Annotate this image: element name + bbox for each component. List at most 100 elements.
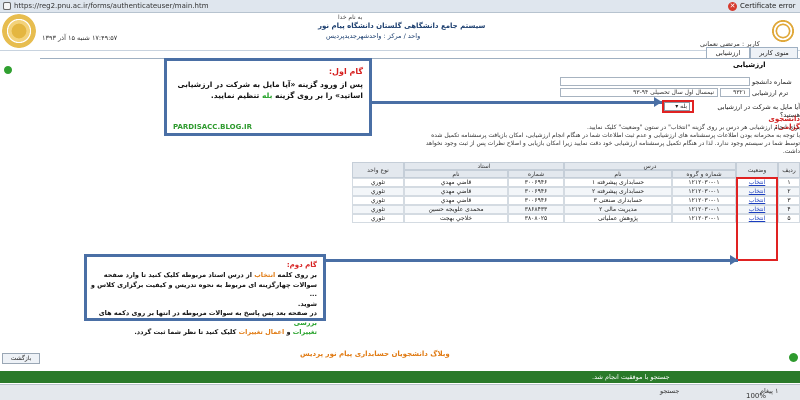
tab-user-menu[interactable]: منوی کاربر xyxy=(750,47,798,58)
step2-arrow-head xyxy=(730,255,738,265)
lock-icon xyxy=(3,2,11,10)
table-row: ۳ انتخاب ۱۲۱۲۰۳۰-۰۱ حسابداری صنعتی ۳ ۳۰۰… xyxy=(352,196,800,205)
teacher-name: قاضي مهدي xyxy=(404,178,508,187)
notice-line: داشت. xyxy=(782,148,800,155)
step2-box: گام دوم: بر روی کلمه انتخاب از درس استاد… xyxy=(84,254,326,336)
course-name: حسابداری صنعتی ۳ xyxy=(564,196,672,205)
header-system-name: سیستم جامع دانشگاهی گلستان دانشگاه پیام … xyxy=(318,22,486,30)
step2-line2: سوالات چهارگزینه ای مربوط به نحوه تدریس … xyxy=(90,280,317,299)
teacher-name: محمدی علویجه حسين xyxy=(404,205,508,214)
unit-type: تئوري xyxy=(352,214,404,223)
unit-type: تئوري xyxy=(352,205,404,214)
status-ok-icon xyxy=(789,353,798,362)
student-no-label: شماره دانشجو xyxy=(752,78,792,86)
course-code: ۱۲۱۲۰۳۰-۰۱ xyxy=(672,178,736,187)
step2-line5-c: کلیک کنید تا نظر شما ثبت گردد. xyxy=(134,328,237,336)
status-message: جستجو با موفقیت انجام شد. xyxy=(592,373,670,381)
step1-text-b: گزینه xyxy=(275,91,295,100)
col-course-name: نام xyxy=(564,170,672,178)
col-teacher-no: شماره xyxy=(508,170,564,178)
tab-evaluation-label: ارزشیابی xyxy=(715,49,741,57)
table-row: ۱ انتخاب ۱۲۱۲۰۳۰-۰۱ حسابداری پیشرفته ۱ ۳… xyxy=(352,178,800,187)
section-title: ارزشیابی xyxy=(733,61,766,69)
col-course: درس xyxy=(564,162,736,170)
row-number: ۵ xyxy=(778,214,800,223)
university-logo-icon xyxy=(2,14,36,48)
status-column-highlight xyxy=(736,177,778,261)
notice-line: برای انجام ارزشیابی هر درس بر روی گزینه … xyxy=(587,124,800,131)
col-code: شماره و گروه xyxy=(672,170,736,178)
notice-text: برای انجام ارزشیابی هر درس بر روی گزینه … xyxy=(380,124,800,156)
back-button[interactable]: بازگشت xyxy=(2,353,40,364)
col-teacher: استاد xyxy=(404,162,564,170)
step1-text-yes: بله xyxy=(261,91,273,100)
step1-text-c: تنظیم نمایید. xyxy=(210,91,260,100)
credit-text: وبلاگ دانشجویان حسابداری پیام نور پردیس xyxy=(300,350,450,358)
course-code: ۱۲۱۲۰۳۰-۰۱ xyxy=(672,214,736,223)
course-code: ۱۲۱۲۰۳۰-۰۱ xyxy=(672,187,736,196)
step2-text: بر روی کلمه انتخاب از درس استاد مربوطه ک… xyxy=(89,271,317,338)
step2-line1-a: بر روی کلمه xyxy=(277,271,317,279)
col-unit-type: نوع واحد xyxy=(352,162,404,178)
step1-arrow xyxy=(372,101,662,104)
golestan-logo-icon xyxy=(768,14,798,48)
teacher-no: ۳۸۶۸۴۳۳ xyxy=(508,205,564,214)
teacher-name: قاضي مهدي xyxy=(404,187,508,196)
course-code: ۱۲۱۲۰۳۰-۰۱ xyxy=(672,205,736,214)
header-date: ۱۷:۴۹:۵۷ شنبه ۱۵ آذر ۱۳۹۳ xyxy=(42,34,118,42)
table-row: ۵ انتخاب ۱۲۱۲۰۳۰-۰۱ پژوهش عملیاتی ۳۸۰۸۰۲… xyxy=(352,214,800,223)
course-name: حسابداری پیشرفته ۲ xyxy=(564,187,672,196)
evaluation-term-label: ترم ارزشیابی xyxy=(752,89,789,97)
course-name: حسابداری پیشرفته ۱ xyxy=(564,178,672,187)
notice-line: با توجه به محرمانه بودن اطلاعات پرسشنامه… xyxy=(431,132,800,139)
row-number: ۳ xyxy=(778,196,800,205)
tab-user-menu-label: منوی کاربر xyxy=(759,49,789,57)
url-text[interactable]: https://reg2.pnu.ac.ir/forms/authenticat… xyxy=(14,1,209,12)
term-name-field: نیمسال اول سال تحصیلی ۹۴-۹۳ xyxy=(560,88,718,97)
step2-line4: در صفحه بعد پس پاسخ به سوالات مربوطه در … xyxy=(98,309,317,317)
header-unit: واحد / مرکز : واحدشهرجدیدپردیس xyxy=(326,32,421,40)
teacher-no: ۳۰۰۶۹۴۶ xyxy=(508,178,564,187)
error-icon[interactable]: ✕ xyxy=(728,2,737,11)
tab-evaluation[interactable]: ارزشیابی xyxy=(706,47,750,58)
step1-arrow-head xyxy=(654,97,662,107)
teacher-no: ۳۸۰۸۰۲۵ xyxy=(508,214,564,223)
status-search: جستجو xyxy=(660,387,680,395)
course-name: مدیریت مالی ۲ xyxy=(564,205,672,214)
step2-line1-b: از درس استاد مربوطه کلیک کنید تا وارد صف… xyxy=(103,271,252,279)
row-number: ۱ xyxy=(778,178,800,187)
row-number: ۲ xyxy=(778,187,800,196)
unit-type: تئوري xyxy=(352,187,404,196)
unit-type: تئوري xyxy=(352,178,404,187)
step1-title: گام اول: xyxy=(328,67,363,76)
select-highlight xyxy=(662,100,694,113)
step1-text: پس از ورود گزینه «آیا مایل به شرکت در ار… xyxy=(169,79,363,101)
notice-line: توسط شما در سیستم وجود ندارد. لذا در هنگ… xyxy=(425,140,800,147)
teacher-no: ۳۰۰۶۹۴۶ xyxy=(508,187,564,196)
step2-line3: شوید. xyxy=(297,299,317,308)
blog-address: PARDISACC.BLOG.IR xyxy=(173,123,252,131)
row-number: ۴ xyxy=(778,205,800,214)
term-code-field[interactable]: ۹۳۲۱ xyxy=(720,88,750,97)
step2-title: گام دوم: xyxy=(286,261,317,269)
message-bar xyxy=(0,371,800,383)
teacher-no: ۳۰۰۶۹۴۶ xyxy=(508,196,564,205)
status-bar xyxy=(0,384,800,400)
step2-and: و xyxy=(286,328,291,336)
unit-type: تئوري xyxy=(352,196,404,205)
zoom-level[interactable]: 100% xyxy=(746,392,766,400)
step2-changes-word: تغییرات xyxy=(292,328,317,336)
course-code: ۱۲۱۲۰۳۰-۰۱ xyxy=(672,196,736,205)
courses-table: ردیف وضعیت درس شماره و گروه نام استاد شم… xyxy=(352,162,800,223)
step2-arrow xyxy=(326,259,738,262)
step2-select-word: انتخاب xyxy=(254,271,276,279)
certificate-error[interactable]: Certificate error xyxy=(740,1,796,12)
refresh-icon[interactable] xyxy=(4,66,12,74)
step2-apply-word: اعمال تغییرات xyxy=(238,328,285,336)
table-row: ۲ انتخاب ۱۲۱۲۰۳۰-۰۱ حسابداری پیشرفته ۲ ۳… xyxy=(352,187,800,196)
step1-box: گام اول: پس از ورود گزینه «آیا مایل به ش… xyxy=(164,58,372,136)
step2-review-word: بررسی xyxy=(293,318,317,327)
teacher-name: خلاجي بهجت xyxy=(404,214,508,223)
student-no-field[interactable] xyxy=(560,77,750,86)
course-name: پژوهش عملیاتی xyxy=(564,214,672,223)
